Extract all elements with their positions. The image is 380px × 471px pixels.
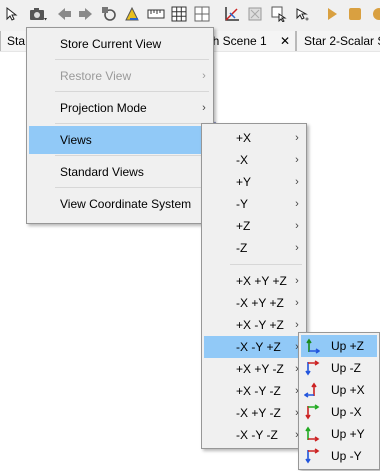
up-item-plus-z[interactable]: Up +Z <box>301 335 377 357</box>
grid-icon[interactable] <box>170 5 188 23</box>
view-item-px-py-pz[interactable]: +X +Y +Z › <box>204 270 304 292</box>
reset-view-icon[interactable] <box>100 5 118 23</box>
up-plus-y-icon <box>305 426 320 442</box>
view-item-nx-py-nz[interactable]: -X +Y -Z › <box>204 402 304 424</box>
mesh-grid-icon[interactable] <box>193 5 211 23</box>
view-item-label: -Y <box>236 197 248 211</box>
menu-separator <box>55 123 209 124</box>
up-item-plus-y[interactable]: Up +Y <box>301 423 377 445</box>
view-item-nz[interactable]: -Z › <box>204 237 304 259</box>
menu-item-label: Projection Mode <box>60 101 147 115</box>
up-item-label: Up +Z <box>331 339 365 353</box>
view-item-nx-py-pz[interactable]: -X +Y +Z › <box>204 292 304 314</box>
menu-item-standard-views[interactable]: Standard Views › <box>29 158 211 186</box>
submenu-arrow-icon: › <box>295 132 299 144</box>
menu-separator <box>55 91 209 92</box>
view-context-menu: Store Current View Restore View › Projec… <box>26 27 214 224</box>
view-item-label: +X -Y -Z <box>236 384 281 398</box>
menu-separator <box>55 155 209 156</box>
view-item-label: -X <box>236 153 248 167</box>
menu-item-restore-view[interactable]: Restore View › <box>29 62 211 90</box>
view-item-px[interactable]: +X › <box>204 127 304 149</box>
up-minus-y-icon <box>305 448 320 464</box>
submenu-arrow-icon: › <box>295 154 299 166</box>
view-item-label: +X +Y +Z <box>236 274 287 288</box>
menu-item-store-current-view[interactable]: Store Current View <box>29 30 211 58</box>
up-item-minus-y[interactable]: Up -Y <box>301 445 377 467</box>
up-item-minus-x[interactable]: Up -X <box>301 401 377 423</box>
menu-item-label: Restore View <box>60 69 132 83</box>
tab-mesh-scene[interactable]: esh Scene 1 ✕ <box>200 31 296 51</box>
fit-view-icon[interactable] <box>246 5 264 23</box>
up-direction-submenu: Up +Z Up -Z Up +X Up -X Up +Y Up -Y <box>298 332 380 470</box>
view-item-label: -Z <box>236 241 248 255</box>
up-item-label: Up -Y <box>331 449 362 463</box>
view-item-nx-ny-pz[interactable]: -X -Y +Z › <box>204 336 304 358</box>
submenu-arrow-icon: › <box>202 102 206 114</box>
ruler-icon[interactable] <box>147 5 165 23</box>
up-item-label: Up -X <box>331 405 362 419</box>
submenu-arrow-icon: › <box>295 220 299 232</box>
submenu-arrow-icon: › <box>295 297 299 309</box>
submenu-arrow-icon: › <box>295 242 299 254</box>
view-item-label: +X +Y -Z <box>236 362 284 376</box>
menu-item-views[interactable]: Views › <box>29 126 211 154</box>
view-item-label: +Z <box>236 219 251 233</box>
camera-icon[interactable] <box>29 5 47 23</box>
up-item-minus-z[interactable]: Up -Z <box>301 357 377 379</box>
view-item-nx[interactable]: -X › <box>204 149 304 171</box>
menu-separator <box>55 187 209 188</box>
view-item-label: -X -Y +Z <box>236 340 281 354</box>
up-item-label: Up +Y <box>331 427 365 441</box>
play-icon[interactable] <box>323 5 341 23</box>
view-item-label: +X <box>236 131 252 145</box>
up-item-plus-x[interactable]: Up +X <box>301 379 377 401</box>
zoom-icon[interactable] <box>293 5 311 23</box>
back-arrow-icon[interactable] <box>55 5 73 23</box>
menu-item-view-coordinate-system[interactable]: View Coordinate System › <box>29 190 211 218</box>
tab-label: Star 2-Scalar Sc <box>304 34 380 48</box>
stop-icon[interactable] <box>346 5 364 23</box>
rotate-icon[interactable] <box>270 5 288 23</box>
view-item-label: +X -Y +Z <box>236 318 284 332</box>
scale-icon[interactable] <box>123 5 141 23</box>
up-minus-x-icon <box>305 404 320 420</box>
views-submenu: +X › -X › +Y › -Y › +Z › -Z › +X +Y +Z › -X +Y … <box>201 123 307 449</box>
up-plus-z-icon <box>306 338 320 354</box>
view-item-py[interactable]: +Y › <box>204 171 304 193</box>
tab-close-icon[interactable]: ✕ <box>280 31 290 51</box>
up-item-label: Up -Z <box>331 361 361 375</box>
forward-arrow-icon[interactable] <box>77 5 95 23</box>
tab-label: Sta <box>7 34 26 48</box>
view-item-px-ny-nz[interactable]: +X -Y -Z › <box>204 380 304 402</box>
menu-separator <box>55 59 209 60</box>
record-icon[interactable] <box>368 5 380 23</box>
view-item-px-ny-pz[interactable]: +X -Y +Z › <box>204 314 304 336</box>
select-arrow-icon[interactable] <box>4 5 22 23</box>
view-item-pz[interactable]: +Z › <box>204 215 304 237</box>
up-plus-x-icon <box>304 382 317 398</box>
menu-item-label: View Coordinate System <box>60 197 192 211</box>
view-item-label: -X -Y -Z <box>236 428 278 442</box>
submenu-arrow-icon: › <box>295 176 299 188</box>
submenu-arrow-icon: › <box>295 198 299 210</box>
submenu-arrow-icon: › <box>295 275 299 287</box>
up-minus-z-icon <box>305 360 320 376</box>
tab-scalar-scene[interactable]: Star 2-Scalar Sc <box>296 31 380 51</box>
view-item-label: -X +Y -Z <box>236 406 281 420</box>
menu-item-label: Standard Views <box>60 165 144 179</box>
menu-item-label: Views <box>60 133 92 147</box>
view-item-px-py-nz[interactable]: +X +Y -Z › <box>204 358 304 380</box>
view-item-ny[interactable]: -Y › <box>204 193 304 215</box>
axes-icon[interactable] <box>223 5 241 23</box>
menu-item-projection-mode[interactable]: Projection Mode › <box>29 94 211 122</box>
menu-item-label: Store Current View <box>60 37 162 51</box>
view-item-nx-ny-nz[interactable]: -X -Y -Z › <box>204 424 304 446</box>
view-item-label: +Y <box>236 175 252 189</box>
menu-separator <box>230 264 302 265</box>
up-item-label: Up +X <box>331 383 365 397</box>
view-item-label: -X +Y +Z <box>236 296 284 310</box>
submenu-arrow-icon: › <box>202 70 206 82</box>
